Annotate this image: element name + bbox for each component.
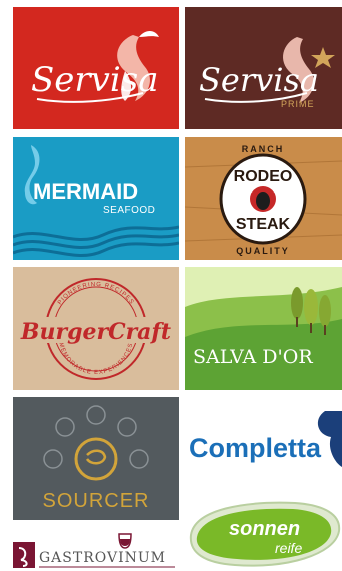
mermaid-tagline: SEAFOOD bbox=[103, 205, 155, 216]
gastrovinum-logo: GASTROVINUM bbox=[13, 533, 175, 568]
sourcer-logo-tile[interactable]: SOURCER bbox=[13, 397, 179, 520]
steak-word: STEAK bbox=[236, 216, 291, 233]
gastrovinum-emblem bbox=[13, 542, 35, 568]
burger-ring-top: PIONEERING RECIPES bbox=[57, 282, 134, 306]
svg-text:PIONEERING RECIPES: PIONEERING RECIPES bbox=[57, 282, 135, 306]
sourcer-wordmark: SOURCER bbox=[42, 490, 149, 512]
reife-word: reife bbox=[275, 540, 302, 556]
burgercraft-wordmark: BurgerCraft bbox=[20, 319, 171, 345]
leaf-icon bbox=[317, 411, 342, 467]
rodeo-steak-logo-tile[interactable]: RANCH RODEO STEAK QUALITY bbox=[185, 137, 342, 260]
icon-round bbox=[43, 449, 63, 469]
completta-logo-tile[interactable]: Completta bbox=[185, 397, 342, 487]
sourcer-emblem bbox=[74, 437, 118, 481]
salva-dor-wordmark: SALVA D'OR bbox=[193, 346, 313, 368]
mermaid-logo: MERMAID SEAFOOD bbox=[13, 145, 179, 257]
rodeo-bottom-label: QUALITY bbox=[236, 246, 290, 256]
bull-icon bbox=[256, 192, 270, 210]
rodeo-word: RODEO bbox=[234, 168, 293, 185]
servisa-prime-logo: Servisa PRIME bbox=[199, 37, 335, 109]
burgercraft-logo: PIONEERING RECIPES MEMORABLE EXPERIENCES… bbox=[20, 278, 171, 380]
completta-logo: Completta bbox=[189, 411, 342, 467]
mermaid-seafood-logo-tile[interactable]: MERMAID SEAFOOD bbox=[13, 137, 179, 260]
salva-dor-logo-tile[interactable]: SALVA D'OR bbox=[185, 267, 342, 390]
servisa-logo-tile[interactable]: Servisa bbox=[13, 7, 179, 129]
sourcer-logo: SOURCER bbox=[42, 405, 149, 512]
rodeo-steak-logo: RANCH RODEO STEAK QUALITY bbox=[185, 137, 342, 260]
gastrovinum-wordmark: GASTROVINUM bbox=[39, 550, 166, 566]
servisa-logo: Servisa bbox=[31, 31, 159, 103]
gastrovinum-logo-tile[interactable]: GASTROVINUM bbox=[13, 530, 179, 571]
mermaid-wordmark: MERMAID bbox=[33, 179, 138, 204]
sonnenreife-logo: sonnen reife bbox=[189, 501, 341, 567]
servisa-prime-tagline: PRIME bbox=[281, 99, 315, 109]
servisa-prime-wordmark: Servisa bbox=[199, 61, 319, 99]
sonnenreife-logo-tile[interactable]: sonnen reife bbox=[185, 495, 342, 571]
servisa-prime-logo-tile[interactable]: Servisa PRIME bbox=[185, 7, 342, 129]
rodeo-top-label: RANCH bbox=[242, 144, 285, 154]
sonnen-word: sonnen bbox=[229, 518, 300, 540]
salva-dor-logo: SALVA D'OR bbox=[185, 267, 342, 390]
completta-wordmark: Completta bbox=[189, 433, 322, 463]
tree-icon bbox=[291, 287, 303, 319]
burgercraft-logo-tile[interactable]: PIONEERING RECIPES MEMORABLE EXPERIENCES… bbox=[13, 267, 179, 390]
